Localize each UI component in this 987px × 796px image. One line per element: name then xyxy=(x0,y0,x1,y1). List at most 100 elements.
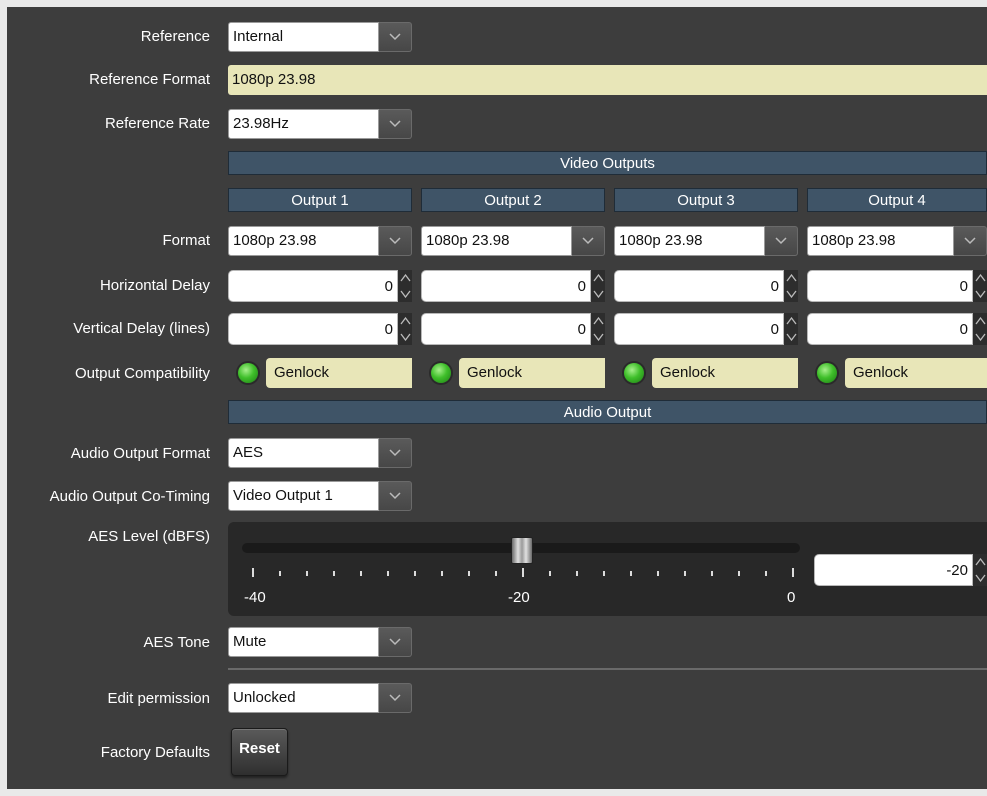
reference-rate-value: 23.98Hz xyxy=(228,109,379,139)
output-1-header: Output 1 xyxy=(228,188,412,212)
up-arrow-icon[interactable] xyxy=(973,554,987,570)
reference-rate-dropdown[interactable]: 23.98Hz xyxy=(228,109,412,139)
audio-output-format-label: Audio Output Format xyxy=(70,445,210,462)
chevron-down-icon[interactable] xyxy=(379,481,412,511)
output-1-h-delay-value[interactable]: 0 xyxy=(228,270,398,302)
format-label: Format xyxy=(162,232,210,249)
output-4-v-delay-value[interactable]: 0 xyxy=(807,313,973,345)
chevron-down-icon[interactable] xyxy=(379,22,412,52)
output-2-h-delay-spinner[interactable]: 0 xyxy=(421,270,605,302)
up-arrow-icon[interactable] xyxy=(591,270,605,286)
aes-level-value[interactable]: -20 xyxy=(814,554,973,586)
audio-output-cotiming-label: Audio Output Co-Timing xyxy=(49,488,210,505)
output-2-v-delay-value[interactable]: 0 xyxy=(421,313,591,345)
slider-tick xyxy=(468,571,470,576)
down-arrow-icon[interactable] xyxy=(973,329,987,345)
slider-tick xyxy=(252,568,254,577)
aes-tone-dropdown[interactable]: Mute xyxy=(228,627,412,657)
vertical-delay-label: Vertical Delay (lines) xyxy=(73,320,210,337)
down-arrow-icon[interactable] xyxy=(973,286,987,302)
slider-tick xyxy=(360,571,362,576)
slider-tick xyxy=(441,571,443,576)
aes-tone-value: Mute xyxy=(228,627,379,657)
video-outputs-header: Video Outputs xyxy=(228,151,987,175)
down-arrow-icon[interactable] xyxy=(398,329,412,345)
chevron-down-icon[interactable] xyxy=(379,438,412,468)
down-arrow-icon[interactable] xyxy=(591,329,605,345)
output-2-format-dropdown[interactable]: 1080p 23.98 xyxy=(421,226,605,256)
slider-tick xyxy=(387,571,389,576)
output-4-format-dropdown[interactable]: 1080p 23.98 xyxy=(807,226,987,256)
down-arrow-icon[interactable] xyxy=(784,329,798,345)
chevron-down-icon[interactable] xyxy=(572,226,605,256)
output-2-h-delay-value[interactable]: 0 xyxy=(421,270,591,302)
output-4-compat-value: Genlock xyxy=(845,358,987,388)
audio-output-format-dropdown[interactable]: AES xyxy=(228,438,412,468)
audio-output-header: Audio Output xyxy=(228,400,987,424)
chevron-down-icon[interactable] xyxy=(379,683,412,713)
window-frame-left xyxy=(0,0,7,796)
aes-level-slider-thumb[interactable] xyxy=(511,537,533,564)
aes-tick-label-max: 0 xyxy=(787,589,796,606)
up-arrow-icon[interactable] xyxy=(973,270,987,286)
reference-rate-label: Reference Rate xyxy=(104,115,210,132)
window-frame-top xyxy=(0,0,987,7)
reference-format-value: 1080p 23.98 xyxy=(228,65,987,95)
slider-tick xyxy=(414,571,416,576)
chevron-down-icon[interactable] xyxy=(954,226,987,256)
output-3-v-delay-spinner[interactable]: 0 xyxy=(614,313,798,345)
chevron-down-icon[interactable] xyxy=(765,226,798,256)
up-arrow-icon[interactable] xyxy=(784,270,798,286)
output-4-v-delay-spinner[interactable]: 0 xyxy=(807,313,987,345)
status-led-icon xyxy=(624,363,644,383)
slider-tick xyxy=(630,571,632,576)
audio-output-cotiming-dropdown[interactable]: Video Output 1 xyxy=(228,481,412,511)
slider-tick xyxy=(333,571,335,576)
slider-tick xyxy=(657,571,659,576)
reset-button[interactable]: Reset xyxy=(231,728,288,776)
up-arrow-icon[interactable] xyxy=(398,270,412,286)
output-2-v-delay-spinner[interactable]: 0 xyxy=(421,313,605,345)
output-1-v-delay-value[interactable]: 0 xyxy=(228,313,398,345)
aes-tick-label-min: -40 xyxy=(244,589,266,606)
aes-tone-label: AES Tone xyxy=(143,634,210,651)
status-led-icon xyxy=(817,363,837,383)
chevron-down-icon[interactable] xyxy=(379,627,412,657)
down-arrow-icon[interactable] xyxy=(973,570,987,586)
chevron-down-icon[interactable] xyxy=(379,109,412,139)
output-3-h-delay-value[interactable]: 0 xyxy=(614,270,784,302)
output-3-h-delay-spinner[interactable]: 0 xyxy=(614,270,798,302)
slider-tick xyxy=(522,568,524,577)
output-3-format-value: 1080p 23.98 xyxy=(614,226,765,256)
down-arrow-icon[interactable] xyxy=(591,286,605,302)
window-frame-bottom xyxy=(0,789,987,796)
slider-tick xyxy=(738,571,740,576)
edit-permission-value: Unlocked xyxy=(228,683,379,713)
chevron-down-icon[interactable] xyxy=(379,226,412,256)
output-4-h-delay-spinner[interactable]: 0 xyxy=(807,270,987,302)
output-1-h-delay-spinner[interactable]: 0 xyxy=(228,270,412,302)
slider-tick xyxy=(765,571,767,576)
up-arrow-icon[interactable] xyxy=(784,313,798,329)
output-1-v-delay-spinner[interactable]: 0 xyxy=(228,313,412,345)
audio-output-format-value: AES xyxy=(228,438,379,468)
reference-label: Reference xyxy=(140,28,210,45)
slider-tick xyxy=(603,571,605,576)
output-1-format-dropdown[interactable]: 1080p 23.98 xyxy=(228,226,412,256)
reference-value: Internal xyxy=(228,22,379,52)
factory-defaults-label: Factory Defaults xyxy=(100,744,210,761)
up-arrow-icon[interactable] xyxy=(973,313,987,329)
aes-level-spinner[interactable]: -20 xyxy=(814,554,987,586)
output-3-format-dropdown[interactable]: 1080p 23.98 xyxy=(614,226,798,256)
up-arrow-icon[interactable] xyxy=(591,313,605,329)
status-led-icon xyxy=(431,363,451,383)
reference-dropdown[interactable]: Internal xyxy=(228,22,412,52)
slider-tick xyxy=(792,568,794,577)
down-arrow-icon[interactable] xyxy=(784,286,798,302)
down-arrow-icon[interactable] xyxy=(398,286,412,302)
output-4-h-delay-value[interactable]: 0 xyxy=(807,270,973,302)
aes-tick-label-mid: -20 xyxy=(508,589,530,606)
up-arrow-icon[interactable] xyxy=(398,313,412,329)
edit-permission-dropdown[interactable]: Unlocked xyxy=(228,683,412,713)
output-3-v-delay-value[interactable]: 0 xyxy=(614,313,784,345)
